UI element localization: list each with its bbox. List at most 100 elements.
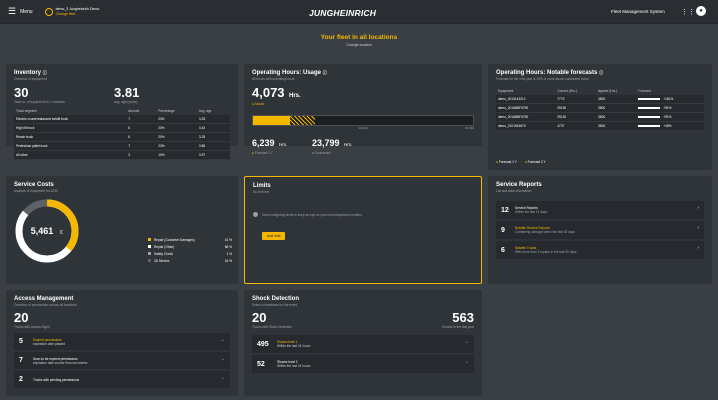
operating-usage-card: Operating Hours: Usage ⓘ All trucks with… <box>244 64 482 155</box>
table-row[interactable]: demo_2101943675 4737 3500 +48% <box>496 121 704 131</box>
access-management-card: Access Management Overview of permission… <box>6 290 238 396</box>
cell: 7773 <box>555 95 597 104</box>
table-row[interactable]: Pedestrian pallet truck 7 23% 3.86 <box>14 141 230 151</box>
location-name: demo_3 Jungheinrich Demo <box>55 7 100 11</box>
table-row[interactable]: demo_2016BBF0790 29130 3800 +91% <box>496 103 704 113</box>
cell: Electric counterbalanced forklift truck <box>14 115 127 124</box>
limits-card: Limits No limit set Start configuring li… <box>244 176 482 284</box>
list-item[interactable]: 5 Expired permissions expiration date pas… <box>14 333 230 350</box>
list-item[interactable]: 7 Soon to be expired permissions expirati… <box>14 352 230 369</box>
forecast-label: Forecast 1 Y <box>254 151 273 155</box>
cell: demo_2016BBF0790 <box>496 112 556 122</box>
donut-currency: € <box>60 230 63 236</box>
axis-tick: 16,000 <box>358 126 368 130</box>
add-limit-button[interactable]: Add limit <box>262 232 286 240</box>
shock-subtitle: Select a timeframe for the event <box>252 303 298 307</box>
shock-count-label: Trucks with Shock Detection <box>252 325 293 329</box>
list-count: 495 <box>257 340 269 348</box>
legend-swatch <box>148 238 151 241</box>
shock-total-label: Shocks in the last year <box>441 325 474 329</box>
col-header: Agreed (Hrs.) <box>598 89 618 93</box>
list-item[interactable]: 2 Trucks with pending permissions → <box>14 371 230 388</box>
cell: 10% <box>156 150 197 160</box>
usage-unit: Hrs. <box>289 93 301 99</box>
info-icon[interactable]: ⓘ <box>599 70 603 75</box>
list-desc: expiration date sooner than two weeks <box>33 360 88 365</box>
table-row[interactable]: High lift truck 6 20% 4.42 <box>14 123 230 133</box>
menu-icon[interactable]: ☰ <box>8 6 16 17</box>
legend-item: Forecast 1 Y <box>498 160 517 164</box>
brand-logo: JUNGHEINRICH <box>309 8 377 18</box>
info-icon[interactable]: ⓘ <box>43 70 47 75</box>
list-desc: Within the last 24 hours <box>277 364 311 368</box>
cell: 3500 <box>596 95 637 104</box>
cell: 3.25 <box>196 132 230 142</box>
inventory-card: Inventory ⓘ Overview of equipment 30 Tot… <box>6 64 238 160</box>
service-costs-legend: Repair (Customer Damages) 41 % Repair (Ot… <box>148 236 232 264</box>
list-item[interactable]: 52 Shocks level 2 Within the last 24 hour… <box>252 355 474 373</box>
contract-value: 23,799 <box>312 138 340 148</box>
forecast-unit: Hrs. <box>278 142 288 147</box>
list-title: Trucks with pending permissions <box>33 377 80 382</box>
cell: 3800 <box>596 103 637 113</box>
access-count: 20 <box>14 310 29 325</box>
forecast-bar <box>638 107 661 110</box>
location-icon <box>44 7 53 16</box>
forecasts-title: Operating Hours: Notable forecasts <box>496 70 598 76</box>
chevron-right-icon: › <box>697 245 699 251</box>
usage-progress-bar <box>252 115 474 126</box>
col-header: Current (Hrs.) <box>557 89 577 93</box>
cell: 3 <box>126 150 157 160</box>
list-count: 5 <box>19 338 23 345</box>
legend-label: Oil Service <box>154 258 170 263</box>
location-selector[interactable]: demo_3 Jungheinrich Demo Change fleet <box>56 7 100 16</box>
usage-forecast-hatch <box>289 116 315 125</box>
inventory-avg-age-label: Avg. age (years) <box>114 100 138 104</box>
legend-item: Forecast 2 Y <box>527 160 546 164</box>
list-count: 6 <box>501 246 505 254</box>
forecasts-legend: ● Forecast 1 Y ● Forecast 2 Y <box>496 160 546 164</box>
legend-row: Oil Service 16 % <box>148 257 232 264</box>
change-location-link[interactable]: Change location <box>0 43 718 47</box>
forecast-value: 6,239 <box>252 138 275 148</box>
legend-value: 41 % <box>224 237 232 242</box>
service-costs-card: Service Costs Analysis of equipment for … <box>6 176 238 284</box>
user-avatar-icon[interactable]: ● <box>696 6 706 16</box>
menu-label[interactable]: Menu <box>20 9 33 15</box>
donut-total: 5,461 <box>31 226 54 236</box>
apps-grid-icon[interactable]: ⋮⋮ <box>681 8 695 16</box>
table-row[interactable]: All other 3 10% 3.97 <box>14 150 230 160</box>
cell: 3500 <box>596 121 637 131</box>
list-item[interactable]: 495 Shocks level 1 Within the last 24 hou… <box>252 335 474 353</box>
list-item[interactable]: 12 Service Reports Within the last 14 day… <box>496 201 704 219</box>
usage-title: Operating Hours: Usage <box>252 70 322 76</box>
cell: +181% <box>636 95 704 104</box>
usage-subtitle: All trucks with operating hours <box>252 77 295 81</box>
list-item[interactable]: 6 Notable Trucks With more than 3 repairs… <box>496 241 704 259</box>
col-header: Equipment <box>498 89 514 93</box>
table-row[interactable]: Reach truck 6 20% 3.25 <box>14 132 230 142</box>
cell: 4.42 <box>196 123 230 133</box>
shock-detection-card: Shock Detection Select a timeframe for t… <box>244 290 482 396</box>
legend-value: 58 % <box>224 244 232 249</box>
hero-banner: Your fleet in all locations Change locat… <box>0 24 718 62</box>
change-fleet-link[interactable]: Change fleet <box>56 12 100 17</box>
inventory-avg-age: 3.81 <box>114 85 140 100</box>
table-row[interactable]: demo_2013143212 7773 3500 +181% <box>496 95 704 104</box>
list-desc: expiration date passed <box>33 341 66 346</box>
service-costs-title: Service Costs <box>14 182 54 188</box>
access-count-label: Trucks with Access Mgmt <box>14 325 50 329</box>
legend-swatch <box>148 259 151 262</box>
forecasts-table: Equipment Current (Hrs.) Agreed (Hrs.) F… <box>496 87 704 131</box>
list-desc: Containing damage within the last 30 day… <box>515 230 575 234</box>
list-title: Expired permissions <box>33 337 62 342</box>
table-row[interactable]: demo_2016BBF0790 29130 3800 +91% <box>496 112 704 122</box>
col-header: Percentage <box>158 109 175 113</box>
usage-progress-fill <box>253 116 290 125</box>
table-row[interactable]: Electric counterbalanced forklift truck 7… <box>14 115 230 124</box>
cell: 29130 <box>555 103 597 113</box>
forecast-pct: +181% <box>663 97 674 101</box>
list-item[interactable]: 9 Notable Service Reports Containing dama… <box>496 221 704 239</box>
info-icon[interactable]: ⓘ <box>323 70 327 75</box>
cell: 20% <box>156 123 197 133</box>
